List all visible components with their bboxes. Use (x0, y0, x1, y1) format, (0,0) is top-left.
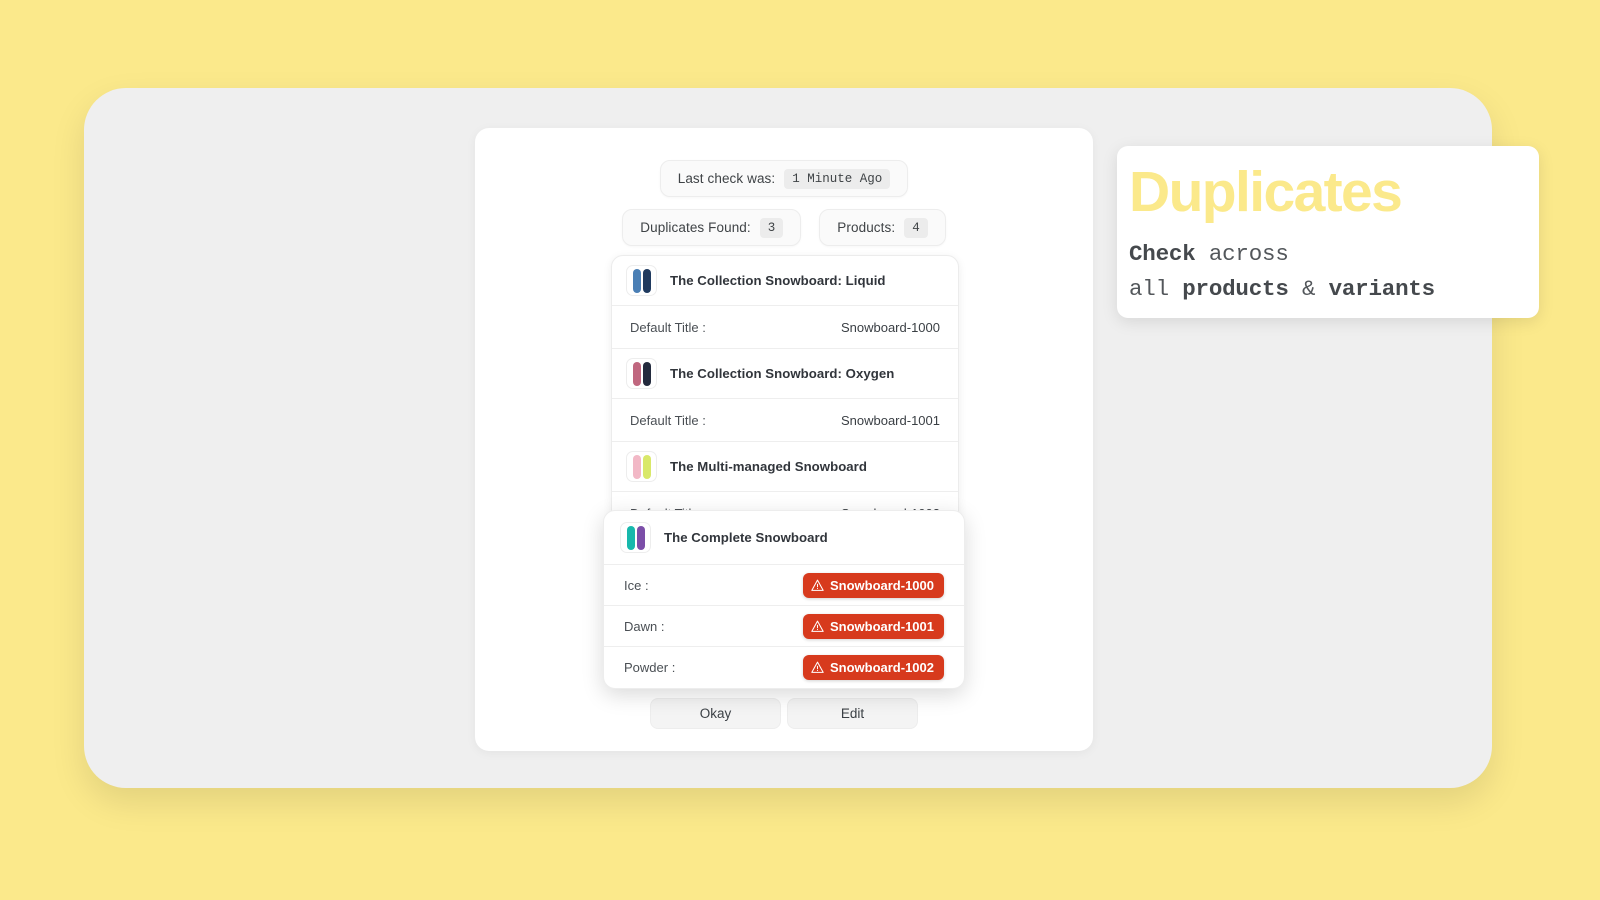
duplicate-sku-badge[interactable]: Snowboard-1000 (802, 572, 944, 598)
product-title: The Collection Snowboard: Liquid (670, 273, 886, 288)
duplicate-sku-badge[interactable]: Snowboard-1001 (802, 613, 944, 639)
warning-triangle-icon (811, 620, 824, 632)
promo-line-2-a: all (1129, 275, 1183, 302)
promo-card: Duplicates Check across all products & v… (1117, 146, 1539, 318)
variant-row[interactable]: Ice : Snowboard-1000 (604, 565, 964, 606)
duplicates-found-label: Duplicates Found: (640, 220, 751, 235)
snowboard-thumbnail-icon (626, 451, 657, 482)
board-shape (632, 268, 641, 293)
promo-title: Duplicates (1129, 160, 1403, 224)
variant-label: Default Title : (630, 319, 706, 335)
duplicate-sku-text: Snowboard-1000 (829, 577, 934, 593)
product-title: The Complete Snowboard (664, 530, 828, 545)
last-check-chip: Last check was: 1 Minute Ago (659, 160, 909, 197)
variant-label: Dawn : (624, 618, 665, 634)
promo-line-1-bold: Check (1129, 241, 1196, 267)
warning-triangle-icon (811, 661, 824, 673)
duplicate-sku-text: Snowboard-1001 (829, 618, 934, 634)
variant-label: Powder : (624, 660, 676, 675)
snowboard-thumbnail-icon (620, 522, 651, 553)
promo-line-1: Check across (1129, 237, 1539, 272)
promo-line-2-bold-2: variants (1328, 275, 1436, 302)
snowboard-thumbnail-icon (626, 358, 657, 389)
products-value: 4 (904, 217, 928, 238)
product-row[interactable]: The Collection Snowboard: Liquid (612, 256, 958, 306)
promo-line-2: all products & variants (1129, 272, 1539, 307)
snowboard-thumbnail-icon (626, 265, 657, 296)
duplicate-sku-text: Snowboard-1002 (829, 660, 934, 675)
last-check-value: 1 Minute Ago (784, 168, 891, 189)
variant-label: Ice : (624, 577, 649, 593)
variant-row[interactable]: Default Title : Snowboard-1000 (612, 306, 958, 349)
promo-subtitle: Check across all products & variants (1129, 237, 1539, 307)
variant-label: Default Title : (630, 412, 706, 428)
variant-row[interactable]: Dawn : Snowboard-1001 (604, 606, 964, 647)
board-shape (642, 361, 651, 386)
edit-button[interactable]: Edit (787, 698, 918, 729)
board-shape (636, 525, 645, 550)
board-shape (642, 454, 651, 479)
product-row[interactable]: The Complete Snowboard (604, 511, 964, 565)
duplicates-found-chip: Duplicates Found: 3 (622, 209, 802, 246)
counts-row: Duplicates Found: 3 Products: 4 (475, 209, 1093, 246)
product-row[interactable]: The Multi-managed Snowboard (612, 442, 958, 492)
action-bar: Okay Edit (475, 698, 1093, 729)
product-row[interactable]: The Collection Snowboard: Oxygen (612, 349, 958, 399)
last-check-label: Last check was: (677, 171, 776, 186)
variant-row[interactable]: Powder : Snowboard-1002 (604, 647, 964, 688)
promo-line-2-bold-1: products (1182, 275, 1289, 302)
products-chip: Products: 4 (819, 209, 946, 246)
variant-row[interactable]: Default Title : Snowboard-1001 (612, 399, 958, 442)
board-shape (632, 454, 641, 479)
warning-triangle-icon (811, 579, 824, 591)
duplicate-sku-badge[interactable]: Snowboard-1002 (802, 655, 944, 680)
variant-sku: Snowboard-1000 (840, 319, 940, 335)
last-check-row: Last check was: 1 Minute Ago (475, 160, 1093, 197)
duplicates-found-value: 3 (759, 217, 784, 238)
duplicate-product-list[interactable]: The Collection Snowboard: Liquid Default… (611, 255, 959, 536)
product-title: The Multi-managed Snowboard (670, 459, 867, 474)
board-shape (632, 361, 641, 386)
board-shape (626, 525, 635, 550)
promo-line-2-mid: & (1288, 275, 1329, 302)
okay-button[interactable]: Okay (650, 698, 781, 729)
product-title: The Collection Snowboard: Oxygen (670, 366, 895, 381)
board-shape (642, 268, 651, 293)
promo-line-1-rest: across (1195, 241, 1289, 267)
variant-sku: Snowboard-1001 (840, 412, 940, 428)
complete-snowboard-overlay-card[interactable]: The Complete Snowboard Ice : Snowboard-1… (603, 510, 965, 689)
products-label: Products: (837, 220, 896, 235)
